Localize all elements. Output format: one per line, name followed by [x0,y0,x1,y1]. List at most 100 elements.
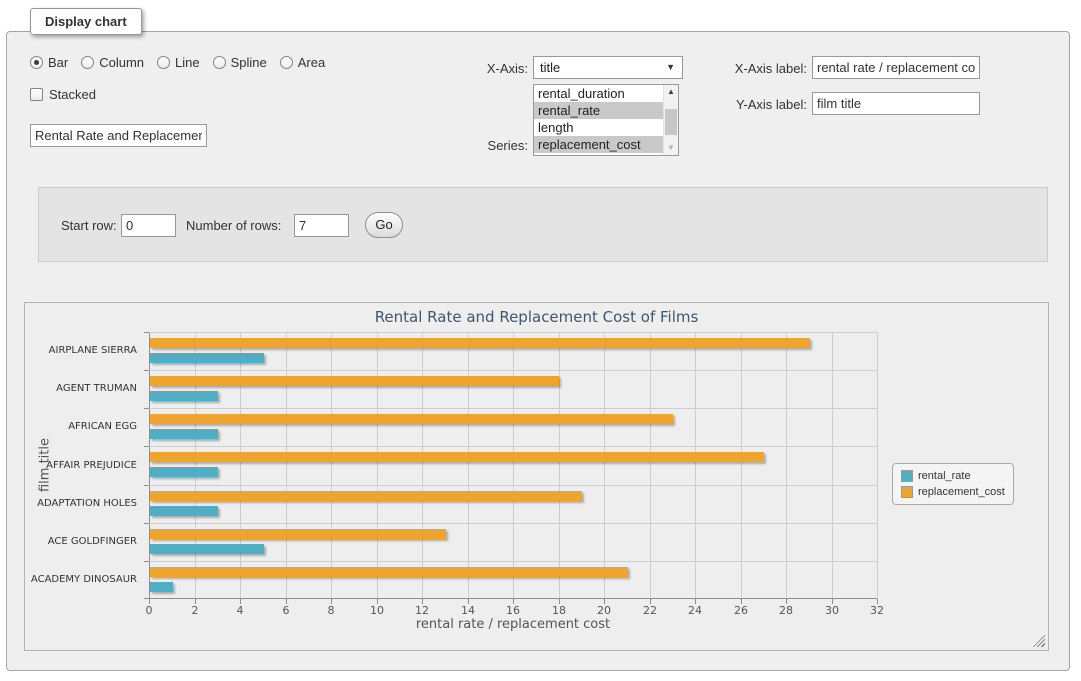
x-axis-title: rental rate / replacement cost [149,617,877,632]
bar-replacement-cost[interactable] [150,376,559,386]
x-tick-label: 16 [493,604,533,617]
x-tick-label: 8 [311,604,351,617]
y-axis-tick [144,598,149,599]
radio-icon[interactable] [81,56,94,69]
series-option-length[interactable]: length [534,119,663,136]
series-option-rental_duration[interactable]: rental_duration [534,85,663,102]
radio-icon[interactable] [30,56,43,69]
series-option-rental_rate[interactable]: rental_rate [534,102,663,119]
series-listbox[interactable]: rental_durationrental_ratelengthreplacem… [533,84,679,156]
bar-replacement-cost[interactable] [150,338,810,348]
gridline [786,332,787,599]
legend-item-rental_rate[interactable]: rental_rate [901,470,1005,482]
category-label: AFRICAN EGG [27,421,143,432]
x-tick-label: 12 [402,604,442,617]
radio-icon[interactable] [157,56,170,69]
chart-type-radio-column[interactable]: Column [81,55,144,70]
x-tick-label: 24 [675,604,715,617]
bar-rental-rate[interactable] [150,467,218,477]
bar-rental-rate[interactable] [150,544,264,554]
chevron-down-icon: ▼ [666,62,675,72]
x-axis-select-label: X-Axis: [430,61,528,76]
chart-legend: rental_rate replacement_cost [892,463,1014,505]
scroll-down-icon[interactable]: ▼ [664,141,678,155]
resize-handle-icon[interactable] [1033,635,1045,647]
gridline [741,332,742,599]
radio-label: Column [99,55,144,70]
gridline [149,598,877,599]
radio-icon[interactable] [280,56,293,69]
radio-label: Line [175,55,200,70]
bar-rental-rate[interactable] [150,506,218,516]
x-axis-label-field-label: X-Axis label: [700,61,807,76]
legend-label: replacement_cost [918,486,1005,498]
scrollbar-track[interactable] [664,99,678,141]
chart-type-radio-area[interactable]: Area [280,55,325,70]
gridline [695,332,696,599]
category-label: ACADEMY DINOSAUR [27,574,143,585]
legend-swatch-icon [901,486,913,498]
radio-label: Bar [48,55,68,70]
x-axis-label-input[interactable] [812,56,980,79]
x-tick-label: 26 [721,604,761,617]
bar-rental-rate[interactable] [150,429,218,439]
x-tick-label: 6 [266,604,306,617]
chart-title-input[interactable] [30,124,207,147]
x-tick-label: 2 [175,604,215,617]
x-tick-label: 22 [630,604,670,617]
category-label: AFFAIR PREJUDICE [27,460,143,471]
radio-label: Area [298,55,325,70]
gridline [832,332,833,599]
gridline [604,332,605,599]
y-axis-tick [144,523,149,524]
num-rows-input[interactable] [294,214,349,237]
x-tick-label: 0 [129,604,169,617]
scroll-up-icon[interactable]: ▲ [664,85,678,99]
gridline [377,332,378,599]
y-axis-tick [144,446,149,447]
plot-area: 02468101214161820222426283032 [149,332,877,599]
category-label: AIRPLANE SIERRA [27,345,143,356]
gridline [331,332,332,599]
bar-replacement-cost[interactable] [150,452,764,462]
x-tick-label: 14 [448,604,488,617]
radio-icon[interactable] [213,56,226,69]
legend-item-replacement_cost[interactable]: replacement_cost [901,486,1005,498]
gridline [877,332,878,599]
x-tick-label: 30 [812,604,852,617]
bar-replacement-cost[interactable] [150,491,582,501]
bar-replacement-cost[interactable] [150,529,446,539]
scrollbar-thumb[interactable] [665,109,677,135]
y-axis-label-input[interactable] [812,92,980,115]
stacked-label: Stacked [49,87,96,102]
num-rows-label: Number of rows: [186,218,281,233]
stacked-checkbox[interactable] [30,88,43,101]
x-axis-selected-value: title [540,60,560,75]
chart-type-radio-spline[interactable]: Spline [213,55,267,70]
gridline [468,332,469,599]
category-label: ADAPTATION HOLES [27,498,143,509]
gridline [513,332,514,599]
series-scrollbar[interactable]: ▲ ▼ [663,85,678,155]
bar-rental-rate[interactable] [150,353,264,363]
chart-type-radio-line[interactable]: Line [157,55,200,70]
stacked-checkbox-row[interactable]: Stacked [30,87,96,102]
y-axis-tick [144,332,149,333]
chart-type-radio-bar[interactable]: Bar [30,55,68,70]
category-label: ACE GOLDFINGER [27,536,143,547]
bar-replacement-cost[interactable] [150,567,628,577]
go-button[interactable]: Go [365,212,403,238]
x-axis-select[interactable]: title ▼ [533,56,683,79]
chart-title: Rental Rate and Replacement Cost of Film… [25,308,1048,326]
series-option-replacement_cost[interactable]: replacement_cost [534,136,663,153]
x-tick-label: 4 [220,604,260,617]
page: Display chart BarColumnLineSplineArea St… [0,0,1081,681]
y-axis-tick [144,561,149,562]
start-row-input[interactable] [121,214,176,237]
bar-rental-rate[interactable] [150,582,173,592]
radio-label: Spline [231,55,267,70]
bar-rental-rate[interactable] [150,391,218,401]
legend-swatch-icon [901,470,913,482]
x-tick-label: 10 [357,604,397,617]
bar-replacement-cost[interactable] [150,414,673,424]
